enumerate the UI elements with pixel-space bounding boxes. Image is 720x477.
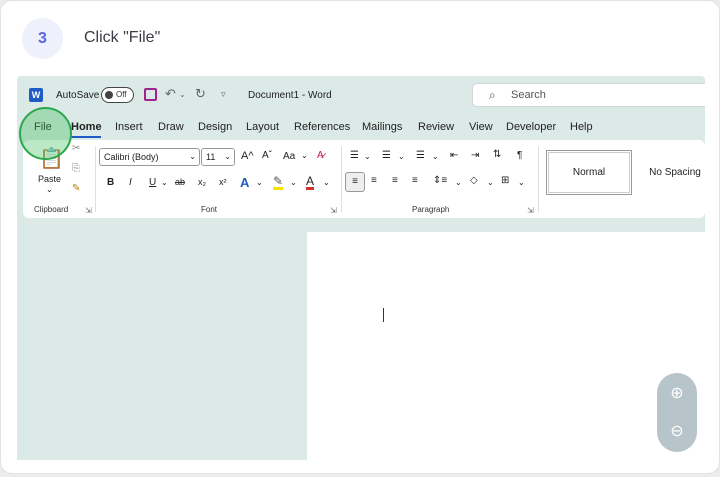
autosave-state: Off	[116, 90, 127, 99]
group-divider	[95, 146, 96, 212]
toggle-knob	[105, 91, 113, 99]
text-cursor	[383, 308, 384, 322]
zoom-controls: ⊕ ⊖	[657, 373, 697, 452]
font-group-label: Font	[201, 205, 218, 214]
style-no-spacing[interactable]: No Spacing	[637, 150, 705, 195]
style-normal[interactable]: Normal	[546, 150, 632, 195]
chevron-down-icon[interactable]: ⌄	[518, 178, 525, 187]
paragraph-group-label: Paragraph	[412, 205, 450, 214]
font-name-value: Calibri (Body)	[104, 152, 159, 162]
align-left-icon[interactable]: ≡	[345, 172, 365, 192]
font-color-button[interactable]: A	[306, 175, 315, 190]
customize-toolbar-icon[interactable]: ▿	[221, 89, 226, 100]
paragraph-launcher-icon[interactable]: ⇲	[527, 206, 534, 215]
chevron-down-icon[interactable]: ⌄	[290, 178, 297, 187]
align-center-icon[interactable]: ≡	[371, 175, 377, 186]
clipboard-launcher-icon[interactable]: ⇲	[85, 206, 92, 215]
text-effects-button[interactable]: A	[240, 175, 249, 190]
paste-dropdown-icon[interactable]: ⌄	[46, 185, 53, 194]
undo-dropdown-icon[interactable]: ⌄	[179, 90, 186, 99]
highlight-color-icon[interactable]: ✎	[273, 175, 284, 190]
decrease-indent-icon[interactable]: ⇤	[450, 150, 458, 161]
chevron-down-icon: ⌄	[224, 152, 231, 161]
save-icon[interactable]	[144, 88, 157, 101]
word-screenshot: W AutoSave Off ↶ ⌄ ↻ ▿ Document1 - Word …	[17, 76, 705, 460]
copy-icon[interactable]: ⎘	[72, 163, 80, 174]
click-target-highlight	[19, 107, 72, 160]
tab-review[interactable]: Review	[418, 121, 454, 133]
chevron-down-icon[interactable]: ⌄	[432, 152, 439, 161]
clear-formatting-icon[interactable]: A̷	[317, 150, 324, 161]
zoom-out-icon[interactable]: ⊖	[665, 419, 689, 443]
grow-font-button[interactable]: A^	[241, 150, 254, 162]
tutorial-step-card: 3 Click "File" W AutoSave Off ↶ ⌄ ↻ ▿ Do…	[0, 0, 720, 474]
chevron-down-icon[interactable]: ⌄	[455, 178, 462, 187]
sort-icon[interactable]: ⇅	[493, 149, 501, 160]
font-size-combo[interactable]: 11 ⌄	[201, 148, 235, 166]
search-icon: ⌕	[489, 88, 496, 102]
font-size-value: 11	[206, 152, 216, 162]
paste-label[interactable]: Paste	[38, 174, 61, 184]
align-right-icon[interactable]: ≡	[392, 175, 398, 186]
chevron-down-icon[interactable]: ⌄	[323, 178, 330, 187]
autosave-toggle[interactable]: Off	[101, 87, 134, 103]
undo-icon[interactable]: ↶	[165, 86, 176, 102]
search-box[interactable]: ⌕ Search	[472, 83, 705, 107]
superscript-button[interactable]: x²	[219, 177, 227, 187]
tab-home[interactable]: Home	[71, 121, 102, 133]
bullets-icon[interactable]: ☰	[350, 150, 359, 161]
borders-icon[interactable]: ⊞	[501, 175, 509, 186]
format-painter-icon[interactable]: ✎	[72, 183, 80, 194]
font-name-combo[interactable]: Calibri (Body) ⌄	[99, 148, 200, 166]
chevron-down-icon[interactable]: ⌄	[301, 151, 308, 160]
show-formatting-button[interactable]: ¶	[517, 150, 522, 161]
group-divider	[341, 146, 342, 212]
strikethrough-button[interactable]: ab	[175, 177, 185, 187]
underline-button[interactable]: U	[149, 177, 156, 188]
zoom-in-icon[interactable]: ⊕	[665, 381, 689, 405]
subscript-button[interactable]: x₂	[198, 177, 206, 187]
tab-draw[interactable]: Draw	[158, 121, 184, 133]
bold-button[interactable]: B	[107, 177, 114, 188]
chevron-down-icon[interactable]: ⌄	[161, 178, 168, 187]
chevron-down-icon[interactable]: ⌄	[364, 152, 371, 161]
shrink-font-button[interactable]: Aˇ	[262, 150, 272, 161]
tab-insert[interactable]: Insert	[115, 121, 143, 133]
chevron-down-icon[interactable]: ⌄	[398, 152, 405, 161]
chevron-down-icon[interactable]: ⌄	[256, 178, 263, 187]
change-case-button[interactable]: Aa	[283, 151, 295, 162]
tab-layout[interactable]: Layout	[246, 121, 279, 133]
tab-developer[interactable]: Developer	[506, 121, 556, 133]
group-divider	[538, 146, 539, 212]
redo-icon[interactable]: ↻	[195, 86, 206, 102]
chevron-down-icon[interactable]: ⌄	[487, 178, 494, 187]
italic-button[interactable]: I	[129, 177, 132, 188]
shading-icon[interactable]: ◇	[470, 175, 478, 186]
active-tab-indicator	[71, 136, 101, 138]
tab-design[interactable]: Design	[198, 121, 232, 133]
autosave-label: AutoSave	[56, 90, 100, 101]
multilevel-list-icon[interactable]: ☰	[416, 150, 425, 161]
numbering-icon[interactable]: ☰	[382, 150, 391, 161]
tab-references[interactable]: References	[294, 121, 350, 133]
document-title: Document1 - Word	[248, 90, 332, 101]
font-launcher-icon[interactable]: ⇲	[330, 206, 337, 215]
increase-indent-icon[interactable]: ⇥	[471, 150, 479, 161]
tab-mailings[interactable]: Mailings	[362, 121, 402, 133]
search-placeholder: Search	[511, 89, 546, 101]
word-logo-icon: W	[29, 88, 43, 102]
line-spacing-icon[interactable]: ⇕≡	[433, 175, 447, 186]
document-page[interactable]	[307, 232, 705, 460]
tab-view[interactable]: View	[469, 121, 493, 133]
tab-help[interactable]: Help	[570, 121, 593, 133]
chevron-down-icon: ⌄	[189, 152, 196, 161]
step-instruction: Click "File"	[84, 29, 161, 46]
clipboard-group-label: Clipboard	[34, 205, 69, 214]
step-number-badge: 3	[22, 18, 63, 59]
cut-icon[interactable]: ✂	[72, 143, 80, 154]
ribbon-home: 📋 Paste ⌄ ✂ ⎘ ✎ Clipboard ⇲ Calibri (Bod…	[23, 140, 705, 218]
justify-icon[interactable]: ≡	[412, 175, 418, 186]
